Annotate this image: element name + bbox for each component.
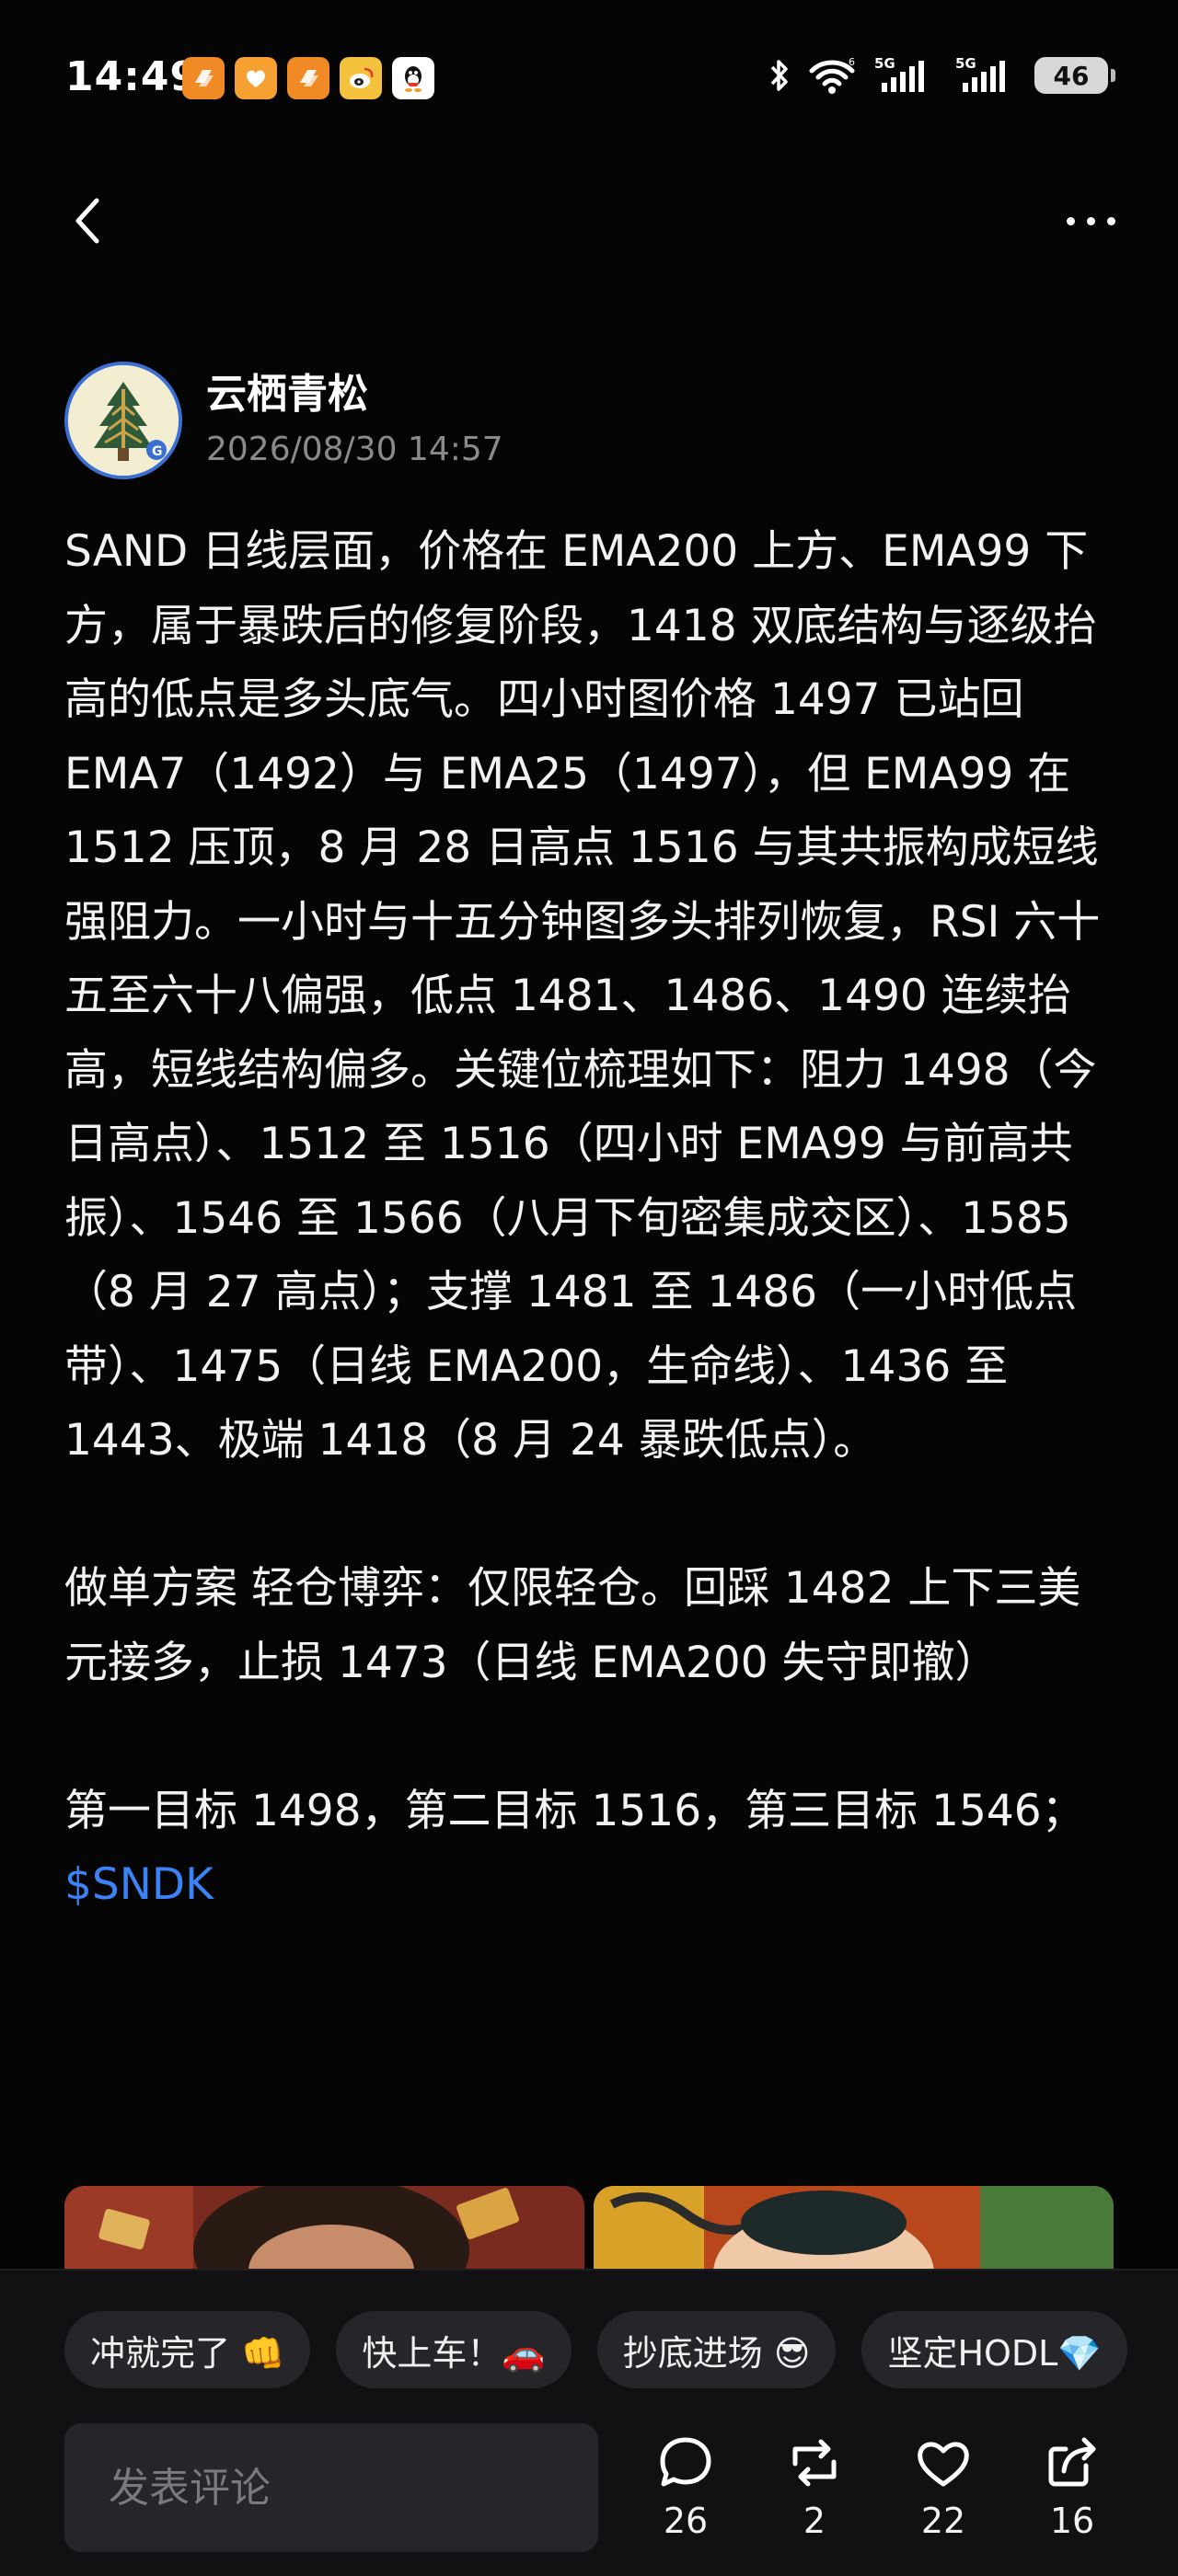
quick-reply-chip[interactable]: 抄底进场 😎 [596, 2311, 837, 2388]
svg-text:G: G [152, 444, 163, 459]
chevron-left-icon [75, 198, 99, 244]
post-image[interactable] [64, 2186, 584, 2269]
signal-5g-icon: 5G [955, 55, 1005, 92]
share-count: 16 [1049, 2501, 1095, 2541]
post-image[interactable] [594, 2186, 1114, 2269]
comment-bubble-icon [660, 2437, 711, 2487]
author-name[interactable]: 云栖青松 [206, 367, 503, 422]
status-bar: 14:49 6 5G 5G 46 [0, 0, 1178, 156]
quick-reply-chip[interactable]: 坚定HODL💎 [861, 2311, 1127, 2388]
post-paragraph: 第一目标 1498，第二目标 1516，第三目标 1546； $SNDK [64, 1775, 1114, 1923]
repost-icon [792, 2439, 837, 2487]
ticker-link[interactable]: $SNDK [64, 1859, 214, 1910]
app-notification-icon [182, 57, 225, 99]
post-content: SAND 日线层面，价格在 EMA200 上方、EMA99 下方，属于暴跌后的修… [64, 515, 1114, 1923]
post-paragraph: SAND 日线层面，价格在 EMA200 上方、EMA99 下方，属于暴跌后的修… [64, 526, 1101, 1466]
repost-button[interactable]: 2 [764, 2432, 865, 2552]
quick-reply-chip[interactable]: 冲就完了 👊 [64, 2311, 311, 2388]
notification-icons [182, 57, 434, 99]
quick-reply-chips: 冲就完了 👊 快上车！🚗 抄底进场 😎 坚定HODL💎 [64, 2311, 1127, 2388]
weibo-icon [340, 57, 382, 99]
like-button[interactable]: 22 [893, 2432, 994, 2552]
action-bar: 26 2 22 16 [635, 2432, 1150, 2552]
repost-count: 2 [803, 2501, 826, 2541]
post-timestamp: 2026/08/30 14:57 [206, 431, 503, 468]
signal-5g-icon: 5G [874, 55, 924, 92]
more-dot [1106, 216, 1115, 225]
cartoon-image [594, 2186, 1114, 2269]
svg-text:6: 6 [849, 56, 855, 68]
post-paragraph: 做单方案 轻仓博弈：仅限轻仓。回踩 1482 上下三美元接多，止损 1473（日… [64, 1563, 1081, 1688]
more-options-button[interactable] [1049, 186, 1132, 256]
top-nav [0, 175, 1178, 267]
bluetooth-icon [770, 60, 788, 91]
battery-indicator: 46 [1034, 57, 1115, 94]
status-time: 14:49 [65, 53, 200, 100]
quick-reply-chip[interactable]: 快上车！🚗 [336, 2311, 572, 2388]
more-dot [1086, 216, 1095, 225]
author-header: G 云栖青松 2026/08/30 14:57 [64, 361, 503, 480]
app-notification-icon [287, 57, 329, 99]
targets-text: 第一目标 1498，第二目标 1516，第三目标 1546； [64, 1785, 1085, 1836]
avatar[interactable]: G [64, 362, 182, 479]
share-button[interactable]: 16 [1022, 2432, 1123, 2552]
back-button[interactable] [55, 186, 120, 256]
comment-box[interactable] [64, 2423, 598, 2552]
svg-text:5G: 5G [955, 55, 976, 72]
more-dot [1066, 216, 1075, 225]
portrait-image [64, 2186, 584, 2269]
post-images [64, 2186, 1114, 2269]
comment-count: 26 [663, 2501, 709, 2541]
heart-app-icon [235, 57, 277, 99]
qq-icon [392, 57, 434, 99]
status-indicators: 6 5G 5G 46 [768, 55, 1115, 96]
comment-input[interactable] [109, 2464, 598, 2512]
comment-button[interactable]: 26 [635, 2432, 736, 2552]
svg-text:5G: 5G [874, 55, 895, 72]
share-icon [1048, 2437, 1096, 2487]
pine-tree-avatar-icon: G [68, 365, 179, 476]
heart-icon [918, 2442, 969, 2487]
bottom-panel: 冲就完了 👊 快上车！🚗 抄底进场 😎 坚定HODL💎 26 2 22 16 [0, 2269, 1178, 2576]
like-count: 22 [920, 2501, 966, 2541]
wifi-icon: 6 [809, 56, 855, 94]
